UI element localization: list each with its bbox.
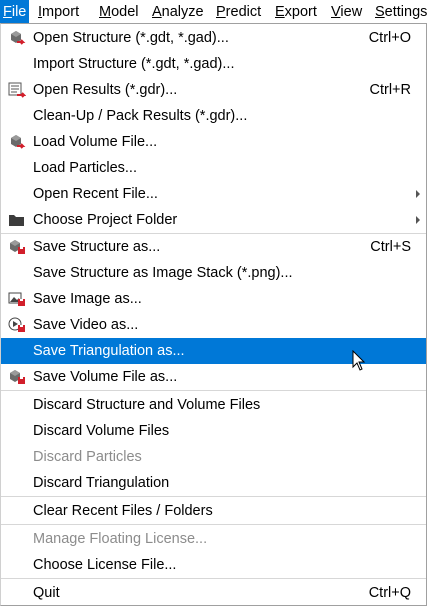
menu-item-label: Choose Project Folder [33, 212, 178, 228]
menu-item-label: Discard Volume Files [33, 423, 170, 439]
menu-item-label: Save Triangulation as... [33, 343, 185, 359]
menu-item-label: Load Volume File... [33, 134, 158, 150]
menu-item-label: Discard Structure and Volume Files [33, 397, 261, 413]
save-volume-icon [8, 369, 26, 385]
menu-item-quit[interactable]: Quit Ctrl+Q [1, 580, 426, 606]
load-volume-icon [8, 134, 26, 150]
menu-item-label: Clean-Up / Pack Results (*.gdr)... [33, 108, 248, 124]
shortcut-label: Ctrl+O [368, 30, 411, 46]
menu-separator [1, 390, 426, 391]
menu-separator [1, 496, 426, 497]
menu-bar: File Import Model Analyze Predict Export… [0, 0, 427, 24]
save-video-icon [8, 317, 26, 333]
shortcut-label: Ctrl+S [370, 239, 411, 255]
open-results-icon [8, 82, 27, 98]
menu-item-label: Save Image as... [33, 291, 142, 307]
menu-item-save-video[interactable]: Save Video as... [1, 312, 426, 338]
menu-view[interactable]: View [331, 0, 362, 24]
menu-item-import-structure[interactable]: Import Structure (*.gdt, *.gad)... [1, 51, 426, 77]
menu-import[interactable]: Import [38, 0, 79, 24]
menu-item-discard-volume-files[interactable]: Discard Volume Files [1, 418, 426, 444]
menu-item-discard-triangulation[interactable]: Discard Triangulation [1, 470, 426, 496]
menu-item-label: Discard Particles [33, 449, 142, 465]
shortcut-label: Ctrl+Q [368, 585, 411, 601]
menu-export[interactable]: Export [275, 0, 317, 24]
save-structure-icon [8, 239, 26, 255]
menu-item-label: Manage Floating License... [33, 531, 208, 547]
open-structure-icon [8, 30, 26, 46]
menu-item-open-results[interactable]: Open Results (*.gdr)... Ctrl+R [1, 77, 426, 103]
folder-icon [8, 212, 26, 228]
menu-item-label: Save Video as... [33, 317, 139, 333]
menu-settings[interactable]: Settings [375, 0, 427, 24]
save-image-icon [8, 291, 26, 307]
menu-item-label: Open Structure (*.gdt, *.gad)... [33, 30, 229, 46]
menu-item-choose-project-folder[interactable]: Choose Project Folder [1, 207, 426, 233]
menu-item-save-structure-image-stack[interactable]: Save Structure as Image Stack (*.png)... [1, 260, 426, 286]
menu-item-load-volume-file[interactable]: Load Volume File... [1, 129, 426, 155]
menu-item-save-image[interactable]: Save Image as... [1, 286, 426, 312]
menu-item-label: Discard Triangulation [33, 475, 170, 491]
menu-item-clean-up-pack-results[interactable]: Clean-Up / Pack Results (*.gdr)... [1, 103, 426, 129]
menu-analyze[interactable]: Analyze [152, 0, 204, 24]
menu-file-rest: ile [11, 4, 27, 20]
menu-item-clear-recent[interactable]: Clear Recent Files / Folders [1, 498, 426, 524]
menu-item-label: Choose License File... [33, 557, 177, 573]
mouse-cursor-icon [352, 350, 366, 371]
menu-item-label: Open Results (*.gdr)... [33, 82, 178, 98]
menu-item-open-structure[interactable]: Open Structure (*.gdt, *.gad)... Ctrl+O [1, 25, 426, 51]
menu-file[interactable]: File [0, 0, 30, 24]
submenu-arrow-icon [416, 190, 420, 198]
menu-item-open-recent-file[interactable]: Open Recent File... [1, 181, 426, 207]
submenu-arrow-icon [416, 216, 420, 224]
menu-separator [1, 524, 426, 525]
menu-item-label: Clear Recent Files / Folders [33, 503, 213, 519]
menu-item-label: Save Volume File as... [33, 369, 178, 385]
menu-item-save-structure[interactable]: Save Structure as... Ctrl+S [1, 234, 426, 260]
shortcut-label: Ctrl+R [369, 82, 412, 98]
menu-item-label: Save Structure as... [33, 239, 161, 255]
menu-item-discard-particles: Discard Particles [1, 444, 426, 470]
file-dropdown-menu: Open Structure (*.gdt, *.gad)... Ctrl+O … [0, 23, 427, 606]
menu-item-load-particles[interactable]: Load Particles... [1, 155, 426, 181]
menu-item-label: Save Structure as Image Stack (*.png)... [33, 265, 293, 281]
menu-item-label: Quit [33, 585, 60, 601]
menu-item-discard-structure-volume[interactable]: Discard Structure and Volume Files [1, 392, 426, 418]
menu-item-label: Load Particles... [33, 160, 137, 176]
menu-separator [1, 578, 426, 579]
menu-predict[interactable]: Predict [216, 0, 261, 24]
menu-item-manage-floating-license: Manage Floating License... [1, 526, 426, 552]
menu-item-label: Open Recent File... [33, 186, 158, 202]
menu-model[interactable]: Model [99, 0, 139, 24]
menu-item-label: Import Structure (*.gdt, *.gad)... [33, 56, 235, 72]
menu-item-choose-license-file[interactable]: Choose License File... [1, 552, 426, 578]
